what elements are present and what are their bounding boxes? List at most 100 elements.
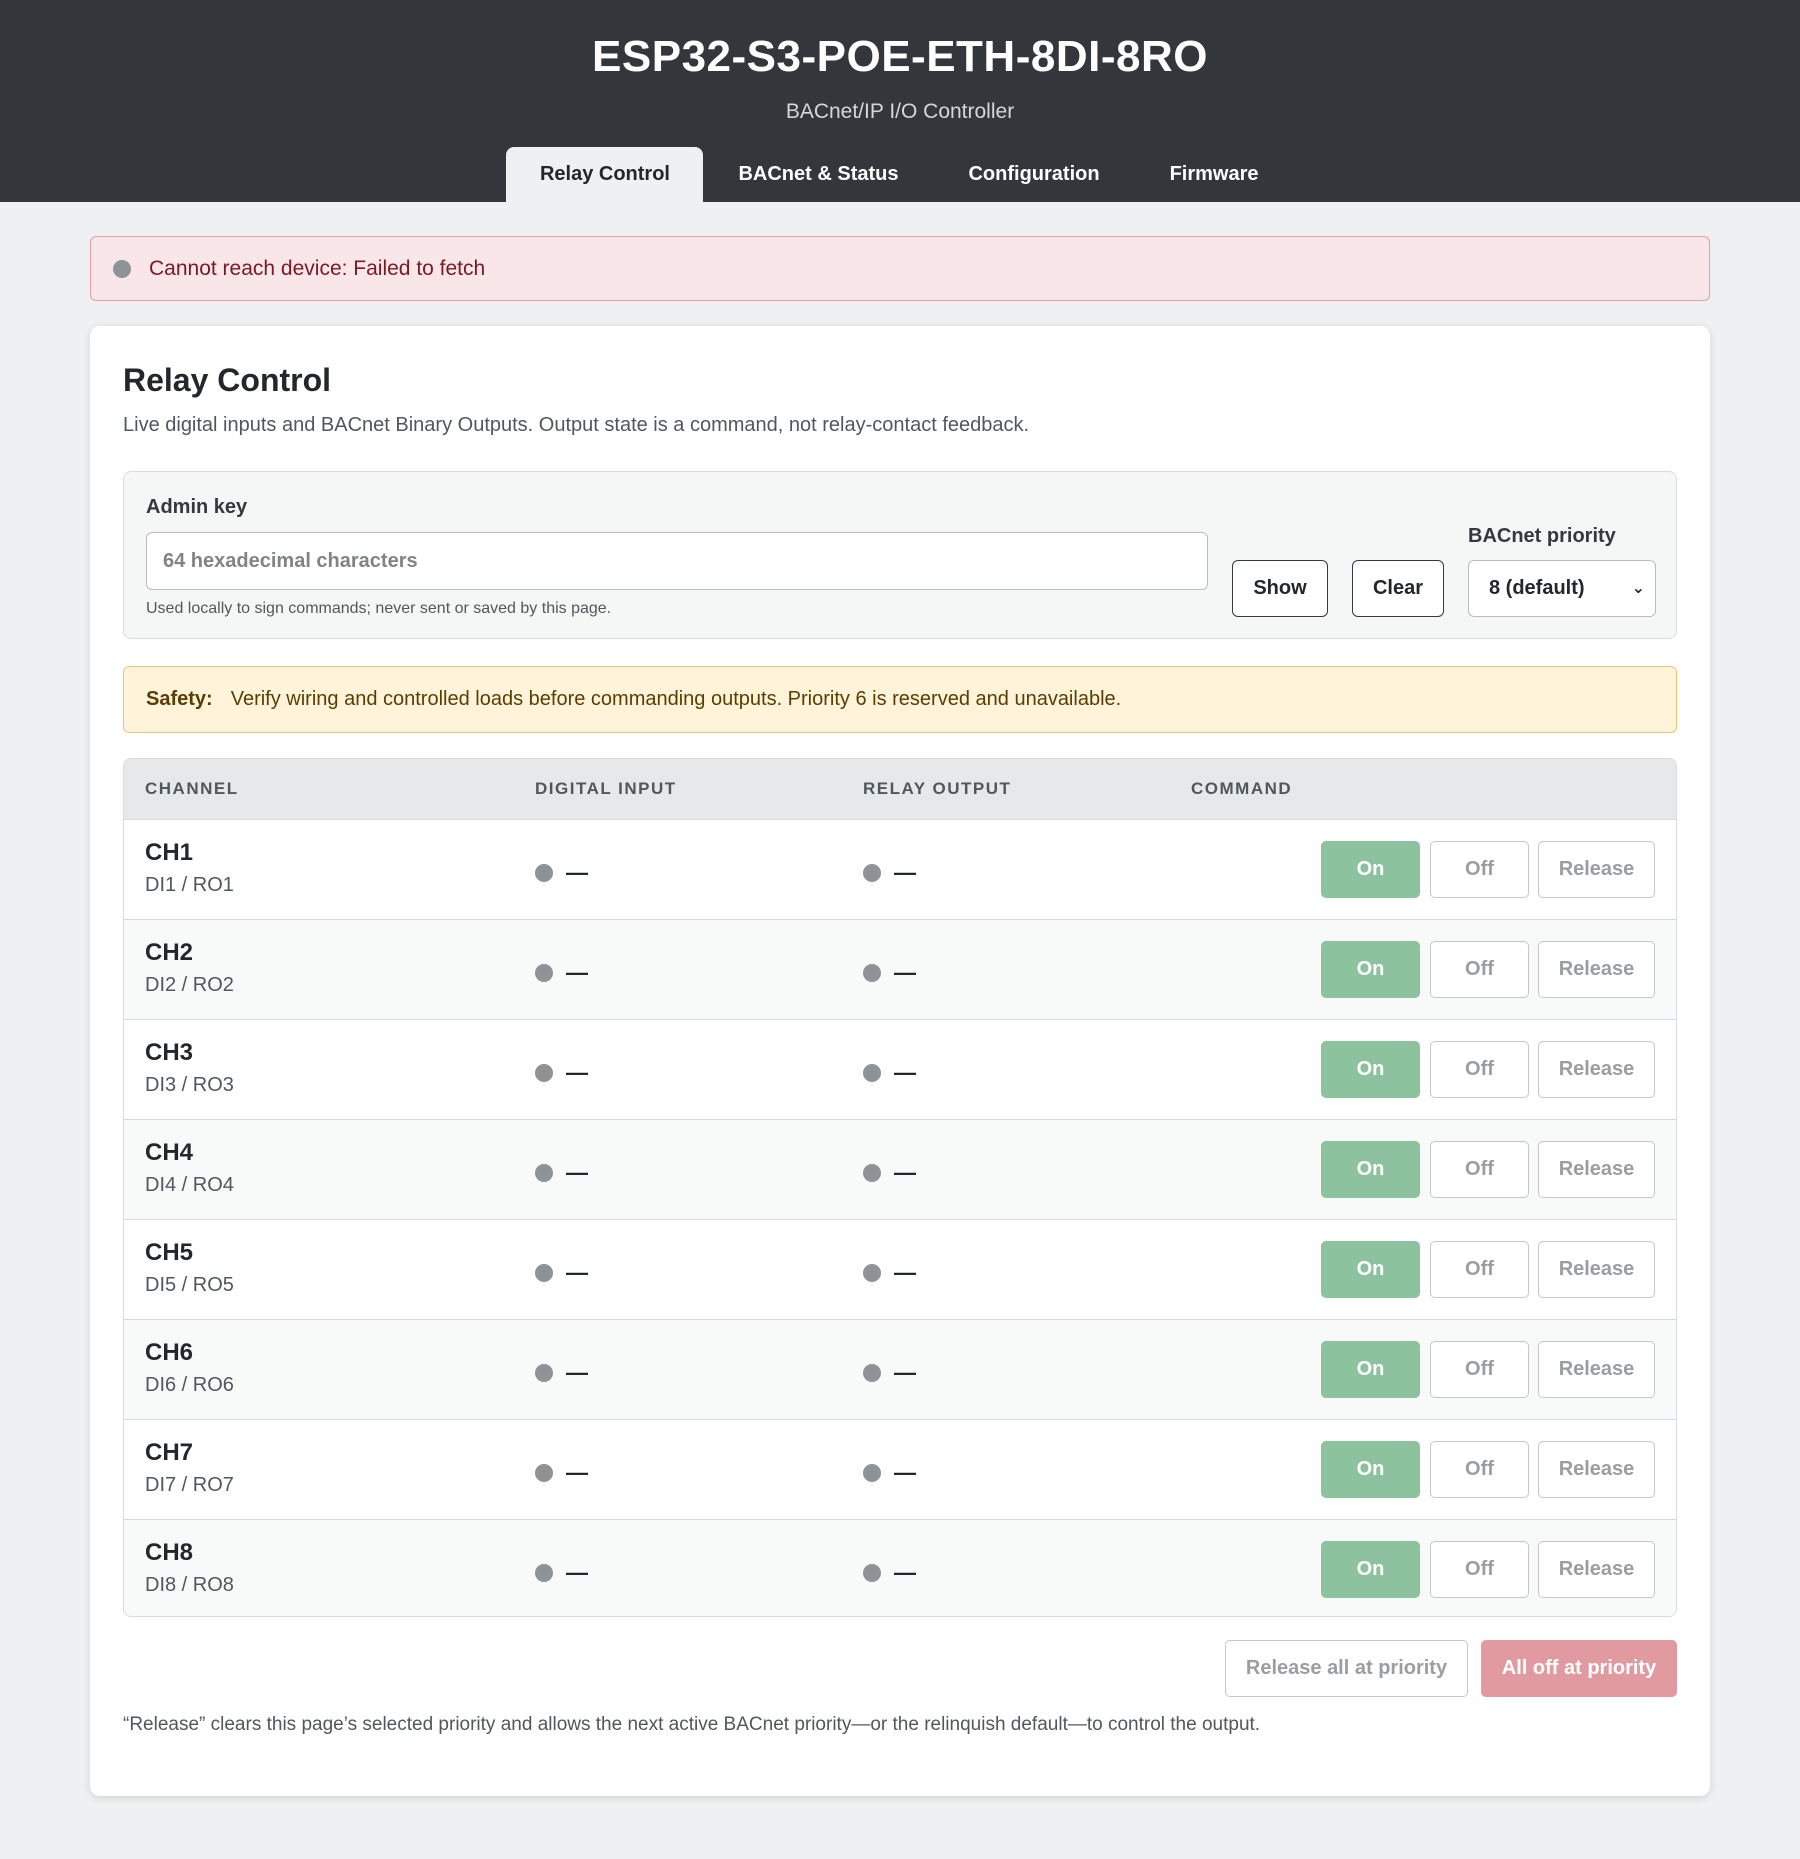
release-button[interactable]: Release (1538, 1341, 1655, 1398)
off-button[interactable]: Off (1430, 941, 1529, 998)
relay-output-value: — (894, 1460, 916, 1485)
channel-io: DI7 / RO7 (145, 1474, 234, 1496)
on-button[interactable]: On (1321, 1541, 1420, 1598)
digital-input-status: — (535, 1460, 588, 1486)
table-header: CHANNEL DIGITAL INPUT RELAY OUTPUT COMMA… (124, 759, 1676, 819)
channel-name: CH3 (145, 1039, 194, 1066)
channel-name: CH2 (145, 939, 194, 966)
digital-input-value: — (566, 1360, 588, 1385)
relay-output-status: — (863, 1160, 916, 1186)
off-button[interactable]: Off (1430, 1341, 1529, 1398)
digital-input-value: — (566, 1160, 588, 1185)
digital-input-status: — (535, 1060, 588, 1086)
admin-key-label: Admin key (146, 496, 248, 518)
digital-input-value: — (566, 860, 588, 885)
main-tabs: Relay Control BACnet & Status Configurat… (0, 147, 1800, 202)
admin-key-panel: Admin key Used locally to sign commands;… (123, 471, 1677, 639)
release-button[interactable]: Release (1538, 1541, 1655, 1598)
priority-value: 8 (default) (1489, 577, 1585, 599)
input-dot-icon (535, 1464, 553, 1482)
priority-label: BACnet priority (1468, 525, 1616, 547)
digital-input-status: — (535, 860, 588, 886)
off-button[interactable]: Off (1430, 1241, 1529, 1298)
on-button[interactable]: On (1321, 1441, 1420, 1498)
status-dot-icon (113, 259, 131, 278)
app-header: ESP32-S3-POE-ETH-8DI-8RO BACnet/IP I/O C… (0, 0, 1800, 202)
app-subtitle: BACnet/IP I/O Controller (785, 100, 1015, 123)
channel-name: CH1 (145, 839, 194, 866)
on-button[interactable]: On (1321, 1041, 1420, 1098)
on-button[interactable]: On (1321, 1241, 1420, 1298)
admin-key-input[interactable] (146, 532, 1208, 590)
table-row: CH7 DI7 / RO7 — — On Off Release (124, 1419, 1676, 1519)
input-dot-icon (535, 1164, 553, 1182)
digital-input-status: — (535, 1160, 588, 1186)
output-dot-icon (863, 1564, 881, 1582)
output-dot-icon (863, 1064, 881, 1082)
release-button[interactable]: Release (1538, 841, 1655, 898)
table-row: CH8 DI8 / RO8 — — On Off Release (124, 1519, 1676, 1616)
channel-io: DI2 / RO2 (145, 974, 234, 996)
release-button[interactable]: Release (1538, 1441, 1655, 1498)
tab-firmware[interactable]: Firmware (1135, 147, 1294, 202)
output-dot-icon (863, 964, 881, 982)
priority-select[interactable]: 8 (default) ⌄ (1468, 560, 1656, 617)
release-button[interactable]: Release (1538, 1041, 1655, 1098)
input-dot-icon (535, 1264, 553, 1282)
admin-key-help: Used locally to sign commands; never sen… (146, 600, 612, 617)
channel-io: DI6 / RO6 (145, 1374, 234, 1396)
output-dot-icon (863, 1464, 881, 1482)
digital-input-value: — (566, 1060, 588, 1085)
digital-input-value: — (566, 1460, 588, 1485)
safety-label: Safety: (146, 688, 213, 710)
digital-input-status: — (535, 1260, 588, 1286)
on-button[interactable]: On (1321, 1141, 1420, 1198)
tab-configuration[interactable]: Configuration (933, 147, 1134, 202)
input-dot-icon (535, 964, 553, 982)
on-button[interactable]: On (1321, 1341, 1420, 1398)
header-digital-input: DIGITAL INPUT (535, 779, 677, 798)
input-dot-icon (535, 1364, 553, 1382)
off-button[interactable]: Off (1430, 1541, 1529, 1598)
release-button[interactable]: Release (1538, 941, 1655, 998)
off-button[interactable]: Off (1430, 1141, 1529, 1198)
relay-output-status: — (863, 1460, 916, 1486)
safety-text: Verify wiring and controlled loads befor… (230, 688, 1122, 710)
channel-name: CH7 (145, 1439, 194, 1466)
table-row: CH2 DI2 / RO2 — — On Off Release (124, 919, 1676, 1019)
channel-table: CHANNEL DIGITAL INPUT RELAY OUTPUT COMMA… (123, 758, 1677, 1617)
tab-relay-control[interactable]: Relay Control (506, 147, 704, 202)
digital-input-value: — (566, 1260, 588, 1285)
relay-control-card: Relay Control Live digital inputs and BA… (90, 326, 1710, 1796)
channel-name: CH5 (145, 1239, 194, 1266)
release-button[interactable]: Release (1538, 1241, 1655, 1298)
off-button[interactable]: Off (1430, 1041, 1529, 1098)
app-title: ESP32-S3-POE-ETH-8DI-8RO (592, 32, 1208, 81)
on-button[interactable]: On (1321, 941, 1420, 998)
relay-output-status: — (863, 960, 916, 986)
output-dot-icon (863, 1364, 881, 1382)
safety-notice: Safety: Verify wiring and controlled loa… (123, 666, 1677, 733)
connection-alert: Cannot reach device: Failed to fetch (90, 236, 1710, 301)
relay-output-value: — (894, 1260, 916, 1285)
show-key-button[interactable]: Show (1232, 560, 1328, 617)
relay-output-value: — (894, 860, 916, 885)
all-off-button[interactable]: All off at priority (1481, 1640, 1677, 1697)
on-button[interactable]: On (1321, 841, 1420, 898)
output-dot-icon (863, 1164, 881, 1182)
tab-bacnet-status[interactable]: BACnet & Status (703, 147, 933, 202)
relay-output-value: — (894, 1160, 916, 1185)
input-dot-icon (535, 864, 553, 882)
relay-output-status: — (863, 860, 916, 886)
chevron-down-icon: ⌄ (1631, 580, 1645, 597)
relay-output-value: — (894, 960, 916, 985)
relay-output-status: — (863, 1260, 916, 1286)
relay-output-status: — (863, 1060, 916, 1086)
release-button[interactable]: Release (1538, 1141, 1655, 1198)
release-all-button[interactable]: Release all at priority (1225, 1640, 1468, 1697)
digital-input-status: — (535, 1360, 588, 1386)
clear-key-button[interactable]: Clear (1352, 560, 1444, 617)
channel-name: CH8 (145, 1539, 194, 1566)
off-button[interactable]: Off (1430, 1441, 1529, 1498)
off-button[interactable]: Off (1430, 841, 1529, 898)
